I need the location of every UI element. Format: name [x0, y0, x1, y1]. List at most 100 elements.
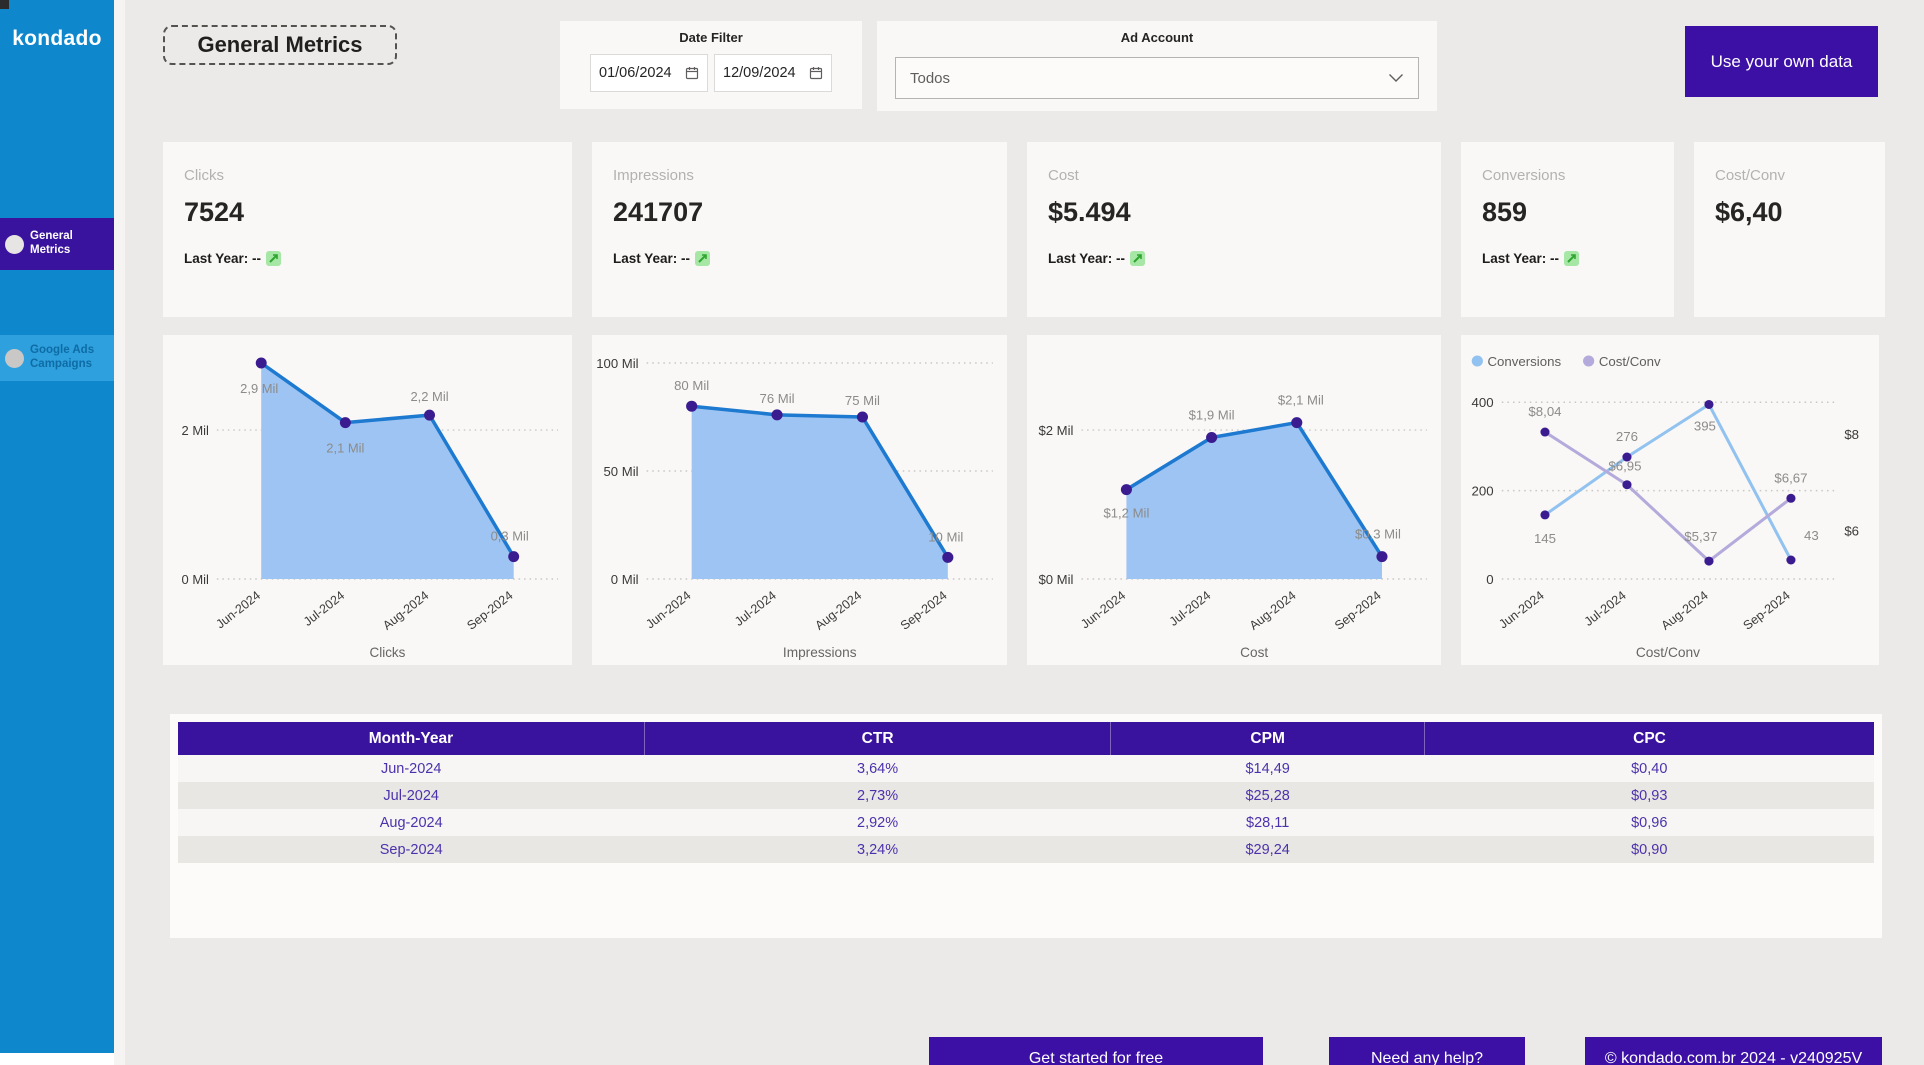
svg-text:Impressions: Impressions [783, 645, 857, 660]
charts-row: 0 Mil2 Mil2,9 Mil2,1 Mil2,2 Mil0,3 MilJu… [163, 335, 1879, 665]
kpi-value: 241707 [613, 197, 1007, 228]
chevron-down-icon [1388, 73, 1404, 83]
svg-text:Aug-2024: Aug-2024 [1247, 588, 1299, 632]
nav-bullet-icon [5, 235, 24, 254]
end-date-input[interactable]: 12/09/2024 [714, 54, 832, 92]
get-started-button[interactable]: Get started for free [929, 1037, 1263, 1065]
end-date-value: 12/09/2024 [723, 65, 796, 81]
sidebar-item-label: General Metrics [30, 230, 114, 258]
svg-text:Cost: Cost [1240, 645, 1268, 660]
trend-icon [266, 251, 281, 266]
table-row[interactable]: Jul-20242,73%$25,28$0,93 [178, 782, 1874, 809]
svg-text:$8,04: $8,04 [1528, 404, 1561, 419]
svg-text:$1,9 Mil: $1,9 Mil [1189, 408, 1235, 423]
date-filter-label: Date Filter [560, 21, 862, 45]
clicks-trend-chart[interactable]: 0 Mil2 Mil2,9 Mil2,1 Mil2,2 Mil0,3 MilJu… [163, 335, 572, 665]
svg-text:$2,1 Mil: $2,1 Mil [1278, 393, 1324, 408]
svg-text:145: 145 [1534, 531, 1556, 546]
table-cell: 3,64% [644, 755, 1110, 782]
chart-canvas: 0 Mil2 Mil2,9 Mil2,1 Mil2,2 Mil0,3 MilJu… [163, 335, 572, 665]
date-filter-card: Date Filter 01/06/2024 12/09/2024 [560, 21, 862, 109]
kpi-label: Cost/Conv [1715, 167, 1885, 184]
kpi-card-impressions: Impressions 241707 Last Year: -- [592, 142, 1007, 317]
page-title: General Metrics [163, 25, 397, 65]
sidebar-item-general-metrics[interactable]: General Metrics [0, 218, 114, 270]
calendar-icon [685, 66, 699, 80]
app-logo: kondado [0, 0, 114, 51]
svg-text:2,2 Mil: 2,2 Mil [410, 389, 448, 404]
ad-account-card: Ad Account Todos [877, 21, 1437, 111]
svg-text:80 Mil: 80 Mil [674, 378, 709, 393]
impressions-trend-chart[interactable]: 0 Mil50 Mil100 Mil80 Mil76 Mil75 Mil10 M… [592, 335, 1007, 665]
kpi-value: 7524 [184, 197, 572, 228]
svg-text:Conversions: Conversions [1488, 354, 1562, 369]
svg-text:Jul-2024: Jul-2024 [732, 588, 779, 628]
svg-text:Sep-2024: Sep-2024 [464, 588, 515, 632]
kpi-last-year-label: Last Year: -- [1482, 251, 1559, 266]
kpi-last-year-label: Last Year: -- [613, 251, 690, 266]
ad-account-label: Ad Account [877, 21, 1437, 45]
svg-text:276: 276 [1616, 429, 1638, 444]
svg-text:$6,67: $6,67 [1774, 470, 1807, 485]
kpi-label: Cost [1048, 167, 1441, 184]
svg-text:2,1 Mil: 2,1 Mil [326, 441, 364, 456]
copyright-version-button[interactable]: © kondado.com.br 2024 - v240925V [1585, 1037, 1882, 1065]
table-header-month-year: Month-Year [178, 722, 644, 755]
svg-text:$1,2 Mil: $1,2 Mil [1103, 506, 1149, 521]
svg-text:Sep-2024: Sep-2024 [1741, 588, 1793, 632]
svg-text:200: 200 [1472, 484, 1494, 499]
svg-text:$6,95: $6,95 [1608, 459, 1641, 474]
cost-trend-chart[interactable]: $0 Mil$2 Mil$1,2 Mil$1,9 Mil$2,1 Mil$0,3… [1027, 335, 1441, 665]
table-row[interactable]: Sep-20243,24%$29,24$0,90 [178, 836, 1874, 863]
dashboard-page: kondado General Metrics Google Ads Campa… [0, 0, 1924, 1065]
svg-text:Aug-2024: Aug-2024 [1659, 588, 1711, 632]
kpi-last-year-label: Last Year: -- [184, 251, 261, 266]
table-header-cpc: CPC [1425, 722, 1874, 755]
svg-text:395: 395 [1694, 419, 1716, 434]
kpi-value: $6,40 [1715, 197, 1885, 228]
kpi-last-year-label: Last Year: -- [1048, 251, 1125, 266]
table-cell: Jul-2024 [178, 782, 644, 809]
svg-text:$0,3 Mil: $0,3 Mil [1355, 527, 1401, 542]
use-own-data-button[interactable]: Use your own data [1685, 26, 1878, 97]
svg-text:2 Mil: 2 Mil [182, 423, 209, 438]
svg-text:100 Mil: 100 Mil [596, 356, 638, 371]
svg-text:$5,37: $5,37 [1684, 529, 1717, 544]
ad-account-dropdown[interactable]: Todos [895, 57, 1419, 99]
svg-text:$6: $6 [1844, 524, 1859, 539]
table-row[interactable]: Aug-20242,92%$28,11$0,96 [178, 809, 1874, 836]
chart-canvas: 0200400$6$814527639543$8,04$6,95$5,37$6,… [1461, 335, 1879, 665]
table-cell: Jun-2024 [178, 755, 644, 782]
table-cell: $0,93 [1425, 782, 1874, 809]
table-cell: 2,73% [644, 782, 1110, 809]
kpi-card-cost: Cost $5.494 Last Year: -- [1027, 142, 1441, 317]
start-date-input[interactable]: 01/06/2024 [590, 54, 708, 92]
svg-text:400: 400 [1472, 395, 1494, 410]
svg-text:Aug-2024: Aug-2024 [812, 588, 864, 632]
trend-icon [1130, 251, 1145, 266]
svg-text:50 Mil: 50 Mil [603, 464, 638, 479]
sidebar-footer-strip [0, 1053, 114, 1065]
metrics-table: Month-YearCTRCPMCPC Jun-20243,64%$14,49$… [178, 722, 1874, 863]
svg-text:$0 Mil: $0 Mil [1038, 572, 1073, 587]
svg-text:Clicks: Clicks [370, 645, 406, 660]
kpi-label: Conversions [1482, 167, 1674, 184]
trend-icon [1564, 251, 1579, 266]
help-button[interactable]: Need any help? [1329, 1037, 1525, 1065]
table-cell: Sep-2024 [178, 836, 644, 863]
svg-text:Jun-2024: Jun-2024 [214, 588, 264, 631]
sidebar-item-google-ads-campaigns[interactable]: Google Ads Campaigns [0, 335, 114, 381]
table-row[interactable]: Jun-20243,64%$14,49$0,40 [178, 755, 1874, 782]
svg-text:$8: $8 [1844, 427, 1859, 442]
kpi-row: Clicks 7524 Last Year: -- Impressions 24… [163, 142, 1885, 317]
kpi-label: Clicks [184, 167, 572, 184]
svg-text:Jun-2024: Jun-2024 [1496, 588, 1547, 631]
table-head-row: Month-YearCTRCPMCPC [178, 722, 1874, 755]
table-cell: $0,96 [1425, 809, 1874, 836]
svg-text:Cost/Conv: Cost/Conv [1636, 645, 1700, 660]
page-title-text: General Metrics [197, 32, 362, 58]
chart-canvas: $0 Mil$2 Mil$1,2 Mil$1,9 Mil$2,1 Mil$0,3… [1027, 335, 1441, 665]
svg-text:0,3 Mil: 0,3 Mil [491, 529, 529, 544]
conversions-costconv-chart[interactable]: 0200400$6$814527639543$8,04$6,95$5,37$6,… [1461, 335, 1879, 665]
svg-text:Sep-2024: Sep-2024 [1332, 588, 1384, 632]
